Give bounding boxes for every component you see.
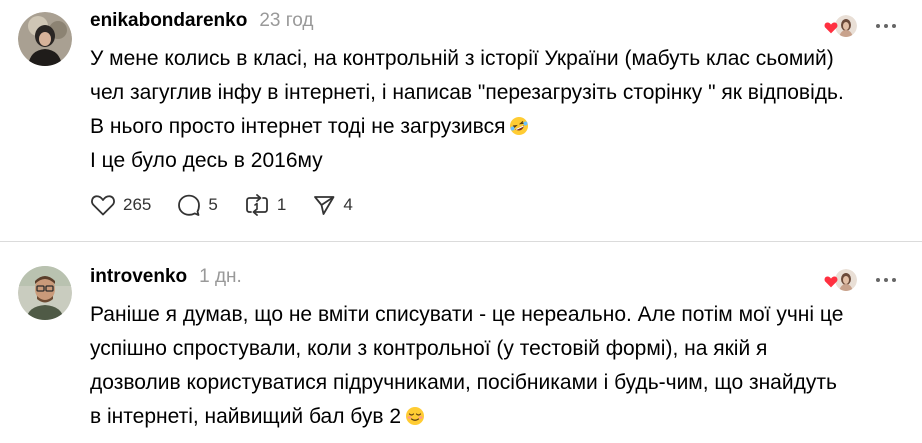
timestamp[interactable]: 23 год — [259, 10, 313, 32]
liked-by-author-icon — [824, 14, 858, 38]
comment-line: в інтернеті, найвищий бал був 2 — [90, 400, 900, 434]
like-button[interactable]: 265 — [90, 193, 151, 217]
reply-button[interactable]: 5 — [177, 193, 218, 217]
username[interactable]: introvenko — [90, 266, 187, 288]
like-count: 265 — [123, 195, 152, 214]
relieved-emoji-icon — [405, 406, 425, 426]
liked-by-author-icon — [824, 268, 858, 292]
heart-filled-icon — [824, 22, 838, 34]
ellipsis-icon[interactable] — [876, 23, 896, 29]
comment-line: У мене колись в класі, на контрольній з … — [90, 47, 834, 70]
comment-item: enikabondarenko 23 год У мене колись в к… — [0, 0, 922, 240]
ellipsis-icon[interactable] — [876, 277, 896, 283]
comment-header: introvenko 1 дн. — [90, 266, 242, 292]
comment-line: дозволив користуватися підручниками, пос… — [90, 371, 837, 394]
comment-actions: 265 5 1 4 — [90, 190, 379, 220]
paper-plane-icon — [314, 196, 335, 215]
comment-item: introvenko 1 дн. Раніше я думав, що не в… — [0, 244, 922, 443]
timestamp[interactable]: 1 дн. — [199, 266, 242, 288]
heart-outline-icon — [91, 195, 115, 216]
repost-button[interactable]: 1 — [244, 193, 286, 217]
comment-divider — [0, 241, 922, 242]
comment-text: У мене колись в класі, на контрольній з … — [90, 42, 900, 178]
repost-icon — [245, 194, 268, 216]
comment-line-text: В нього просто інтернет тоді не загрузив… — [90, 115, 506, 138]
comment-text: Раніше я думав, що не вміти списувати - … — [90, 298, 900, 434]
comment-line: Раніше я думав, що не вміти списувати - … — [90, 303, 844, 326]
speech-bubble-icon — [178, 194, 201, 216]
avatar[interactable] — [18, 12, 72, 66]
comment-header: enikabondarenko 23 год — [90, 10, 314, 36]
rofl-emoji-icon — [509, 116, 529, 136]
share-button[interactable]: 4 — [312, 193, 353, 217]
comment-line: В нього просто інтернет тоді не загрузив… — [90, 110, 900, 144]
share-count: 4 — [343, 195, 353, 214]
repost-count: 1 — [276, 195, 287, 214]
comment-line: І це було десь в 2016му — [90, 149, 323, 172]
heart-filled-icon — [824, 276, 838, 288]
comment-top-right — [824, 14, 896, 38]
avatar[interactable] — [18, 266, 72, 320]
comments-thread: enikabondarenko 23 год У мене колись в к… — [0, 0, 922, 443]
username[interactable]: enikabondarenko — [90, 10, 247, 32]
reply-count: 5 — [208, 195, 218, 214]
comment-line-text: в інтернеті, найвищий бал був 2 — [90, 405, 402, 428]
comment-line: чел загуглив інфу в інтернеті, і написав… — [90, 81, 844, 104]
comment-top-right — [824, 268, 896, 292]
comment-line: успішно спростували, коли з контрольної … — [90, 337, 768, 360]
